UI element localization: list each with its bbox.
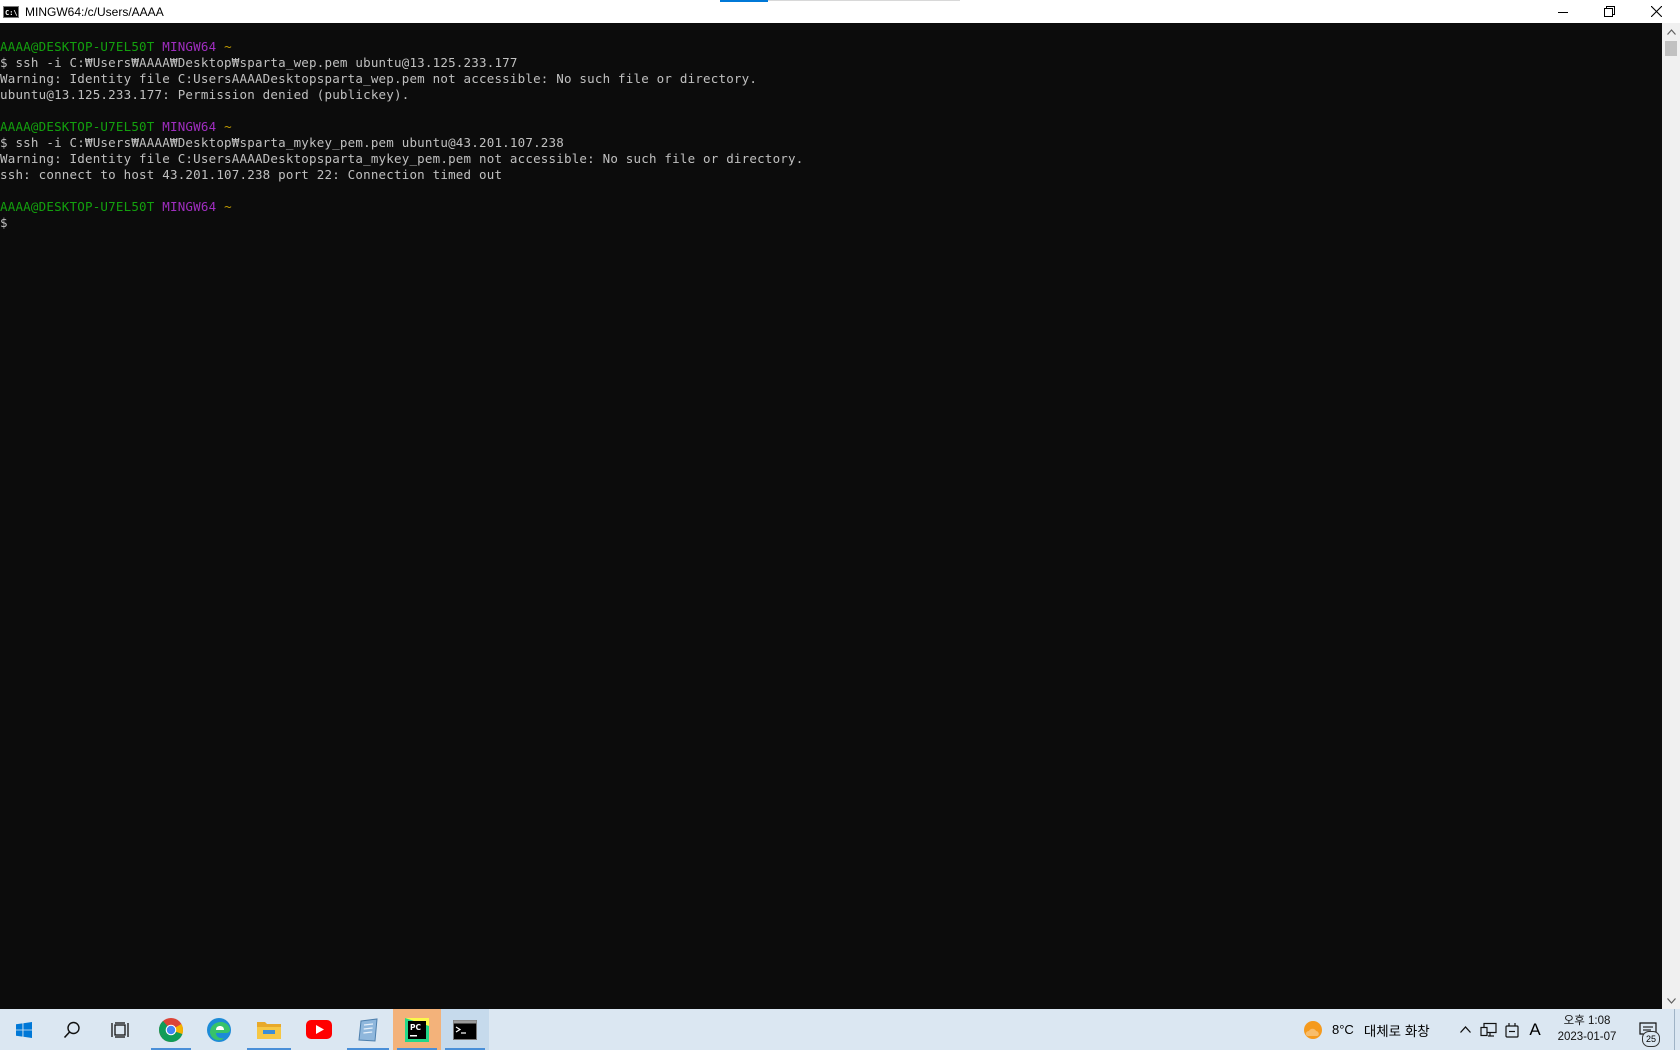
prompt-line: AAAA@DESKTOP-U7EL50T MINGW64 ~ (0, 119, 1662, 135)
git-bash-app[interactable] (441, 1009, 489, 1050)
pycharm-label: PC (410, 1023, 421, 1032)
network-button[interactable] (1478, 1009, 1500, 1050)
restore-icon (1603, 6, 1615, 17)
input-language-button[interactable]: A (1524, 1009, 1546, 1050)
minimize-button[interactable] (1540, 0, 1586, 23)
youtube-icon (306, 1020, 332, 1039)
input-language-label: A (1529, 1019, 1541, 1039)
prompt-user-host: AAAA@DESKTOP-U7EL50T (0, 199, 155, 214)
vertical-scrollbar[interactable] (1662, 23, 1680, 1009)
pycharm-app[interactable]: PC (393, 1009, 441, 1050)
chrome-app[interactable] (147, 1009, 195, 1050)
window-title: MINGW64:/c/Users/AAAA (25, 4, 164, 19)
prompt-dir: ~ (224, 39, 232, 54)
chrome-icon (158, 1017, 184, 1042)
clock-time: 오후 1:08 (1563, 1015, 1611, 1027)
weather-widget[interactable]: 8°C 대체로 화창 (1302, 1009, 1448, 1050)
notepad-icon (358, 1017, 378, 1042)
restore-button[interactable] (1586, 0, 1632, 23)
scroll-down-button[interactable] (1662, 992, 1680, 1009)
chevron-up-icon (1459, 1026, 1471, 1033)
prompt-user-host: AAAA@DESKTOP-U7EL50T (0, 39, 155, 54)
notepad-app[interactable] (343, 1009, 393, 1050)
output-line: Warning: Identity file C:UsersAAAADeskto… (0, 151, 804, 166)
title-divider-line (768, 0, 960, 1)
scroll-thumb[interactable] (1665, 41, 1677, 56)
output-line: ssh: connect to host 43.201.107.238 port… (0, 167, 503, 182)
task-view-button[interactable] (96, 1009, 144, 1050)
clock-date: 2023-01-07 (1557, 1031, 1617, 1043)
prompt-line: AAAA@DESKTOP-U7EL50T MINGW64 ~ (0, 199, 1662, 215)
close-button[interactable] (1632, 0, 1680, 23)
edge-icon (207, 1017, 231, 1042)
scroll-up-button[interactable] (1662, 23, 1680, 40)
close-icon (1650, 6, 1662, 17)
pycharm-icon: PC (405, 1017, 429, 1042)
chevron-up-icon (1666, 28, 1676, 35)
task-view-icon (111, 1021, 129, 1038)
terminal-output[interactable]: AAAA@DESKTOP-U7EL50T MINGW64 ~ $ ssh -i C… (0, 23, 1662, 1009)
windows-logo-icon (16, 1021, 32, 1038)
prompt-line: AAAA@DESKTOP-U7EL50T MINGW64 ~ (0, 39, 1662, 55)
output-line: $ ssh -i C:₩Users₩AAAA₩Desktop₩sparta_my… (0, 135, 564, 150)
output-line: ubuntu@13.125.233.177: Permission denied… (0, 87, 410, 102)
youtube-app[interactable] (295, 1009, 343, 1050)
prompt-dir: ~ (224, 119, 232, 134)
edge-app[interactable] (195, 1009, 243, 1050)
terminal-app-icon[interactable]: C:\ (3, 5, 19, 18)
chevron-down-icon (1666, 997, 1676, 1004)
notification-count-badge: 25 (1642, 1031, 1660, 1047)
output-line: Warning: Identity file C:UsersAAAADeskto… (0, 71, 758, 86)
minimize-icon (1558, 11, 1568, 13)
title-accent-line (720, 0, 768, 2)
output-line: $ ssh -i C:₩Users₩AAAA₩Desktop₩sparta_we… (0, 55, 518, 70)
ime-keyboard-icon (1505, 1022, 1519, 1038)
window-title-bar[interactable]: C:\ MINGW64:/c/Users/AAAA (0, 0, 1680, 23)
search-button[interactable] (48, 1009, 96, 1050)
show-desktop-button[interactable] (1674, 1009, 1680, 1050)
file-explorer-app[interactable] (243, 1009, 295, 1050)
prompt-shell: MINGW64 (162, 39, 217, 54)
search-icon (63, 1021, 80, 1038)
show-hidden-icons-button[interactable] (1456, 1009, 1474, 1050)
prompt-shell: MINGW64 (162, 199, 217, 214)
prompt-shell: MINGW64 (162, 119, 217, 134)
weather-temp: 8°C (1332, 1022, 1354, 1037)
prompt-dir: ~ (224, 199, 232, 214)
weather-desc: 대체로 화창 (1363, 1023, 1430, 1039)
ime-button[interactable] (1502, 1009, 1522, 1050)
network-icon (1480, 1022, 1497, 1037)
clock[interactable]: 오후 1:08 2023-01-07 (1547, 1013, 1627, 1045)
partly-sunny-icon (1304, 1020, 1322, 1039)
prompt-user-host: AAAA@DESKTOP-U7EL50T (0, 119, 155, 134)
start-button[interactable] (0, 1009, 48, 1050)
taskbar: PC 8°C 대체로 화창 A 오후 1:08 2023-01-07 25 (0, 1009, 1680, 1050)
terminal-icon (453, 1019, 477, 1040)
folder-icon (257, 1021, 281, 1039)
output-line: $ (0, 215, 8, 230)
